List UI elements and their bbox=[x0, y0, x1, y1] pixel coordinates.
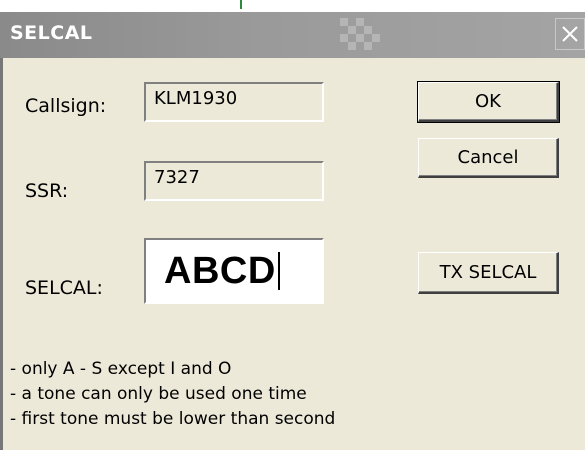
ssr-label: SSR: bbox=[25, 180, 69, 202]
close-icon bbox=[562, 26, 578, 42]
tx-selcal-button[interactable]: TX SELCAL bbox=[418, 252, 559, 294]
ssr-field[interactable]: 7327 bbox=[144, 161, 324, 201]
selcal-input[interactable]: ABCD bbox=[144, 238, 324, 304]
selcal-value: ABCD bbox=[164, 249, 276, 292]
rule-line: - first tone must be lower than second bbox=[10, 409, 336, 429]
window-left-border bbox=[0, 58, 3, 450]
cancel-button[interactable]: Cancel bbox=[418, 138, 559, 178]
window-title: SELCAL bbox=[10, 22, 93, 44]
desktop-edge-mark bbox=[240, 0, 242, 9]
ok-button[interactable]: OK bbox=[417, 81, 560, 123]
callsign-label: Callsign: bbox=[25, 95, 107, 117]
close-button[interactable] bbox=[555, 18, 585, 50]
selcal-rules: - only A - S except I and O - a tone can… bbox=[10, 357, 335, 432]
title-bar[interactable]: SELCAL bbox=[0, 12, 585, 58]
desktop-strip bbox=[0, 0, 585, 12]
callsign-field[interactable]: KLM1930 bbox=[144, 82, 324, 122]
title-decoration bbox=[340, 18, 390, 54]
rule-line: - a tone can only be used one time bbox=[10, 384, 307, 404]
selcal-label: SELCAL: bbox=[25, 277, 103, 299]
selcal-dialog: SELCAL Callsign: KLM1930 SSR: 7327 SELCA… bbox=[0, 12, 585, 450]
rule-line: - only A - S except I and O bbox=[10, 359, 232, 379]
text-caret bbox=[277, 252, 280, 290]
